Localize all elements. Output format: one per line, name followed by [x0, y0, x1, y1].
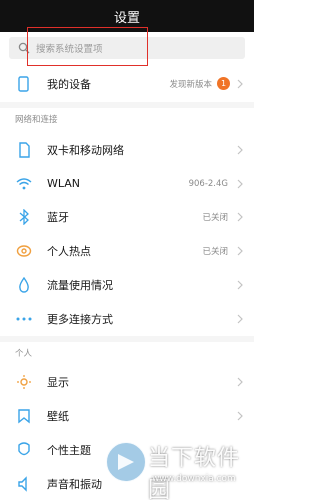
wlan-row[interactable]: WLAN 906-2.4G [0, 166, 254, 201]
section-divider [0, 102, 254, 108]
wallpaper-row[interactable]: 壁纸 [0, 398, 254, 433]
theme-label: 个性主题 [47, 443, 91, 457]
sound-icon [16, 475, 32, 492]
more-connections-icon [16, 311, 32, 327]
search-placeholder: 搜索系统设置项 [36, 44, 103, 55]
wlan-value: 906-2.4G [188, 178, 228, 189]
bluetooth-value: 已关闭 [202, 212, 228, 223]
chevron-right-icon [237, 280, 243, 289]
watermark-text: 当下软件园 [148, 446, 241, 500]
sidebar-item-dual-sim[interactable]: 双卡和移动网络 [0, 132, 254, 167]
search-area: 搜索系统设置项 [0, 32, 254, 66]
dual-sim-label: 双卡和移动网络 [47, 143, 124, 157]
my-device-row[interactable]: 我的设备 发现新版本 1 [0, 66, 254, 101]
more-connections-row[interactable]: 更多连接方式 [0, 301, 254, 336]
chevron-right-icon [237, 246, 243, 255]
page-title: 设置 [113, 10, 140, 26]
watermark-url: www.downxia.com [152, 474, 236, 484]
hotspot-row[interactable]: 个人热点 已关闭 [0, 233, 254, 268]
title-bar: 设置 [0, 0, 254, 32]
display-label: 显示 [47, 375, 69, 389]
chevron-right-icon [237, 79, 243, 88]
section-divider [0, 336, 254, 342]
theme-icon [16, 441, 32, 458]
search-input[interactable]: 搜索系统设置项 [9, 37, 245, 59]
data-usage-row[interactable]: 流量使用情况 [0, 267, 254, 302]
hotspot-icon [16, 243, 32, 259]
section-personal-label: 个人 [15, 349, 33, 359]
display-row[interactable]: 显示 [0, 364, 254, 399]
chevron-right-icon [237, 411, 243, 420]
search-icon [18, 42, 30, 54]
hotspot-value: 已关闭 [202, 246, 228, 257]
bluetooth-label: 蓝牙 [47, 210, 69, 224]
wifi-icon [16, 176, 32, 192]
more-connections-label: 更多连接方式 [47, 312, 113, 326]
chevron-right-icon [237, 145, 243, 154]
update-badge: 1 [217, 77, 230, 90]
chevron-right-icon [237, 179, 243, 188]
hotspot-label: 个人热点 [47, 244, 91, 258]
bluetooth-row[interactable]: 蓝牙 已关闭 [0, 199, 254, 234]
my-device-label: 我的设备 [47, 77, 91, 91]
chevron-right-icon [237, 377, 243, 386]
sound-label: 声音和振动 [47, 477, 102, 491]
data-usage-icon [16, 276, 32, 293]
wallpaper-icon [16, 408, 32, 424]
chevron-right-icon [237, 212, 243, 221]
device-icon [16, 75, 32, 92]
chevron-right-icon [237, 314, 243, 323]
data-usage-label: 流量使用情况 [47, 278, 113, 292]
wlan-label: WLAN [47, 177, 81, 190]
sim-card-icon [16, 141, 32, 158]
wallpaper-label: 壁纸 [47, 409, 69, 423]
section-network-label: 网络和连接 [15, 115, 58, 125]
display-icon [16, 374, 32, 390]
bluetooth-icon [16, 208, 32, 225]
update-status: 发现新版本 [169, 79, 212, 90]
